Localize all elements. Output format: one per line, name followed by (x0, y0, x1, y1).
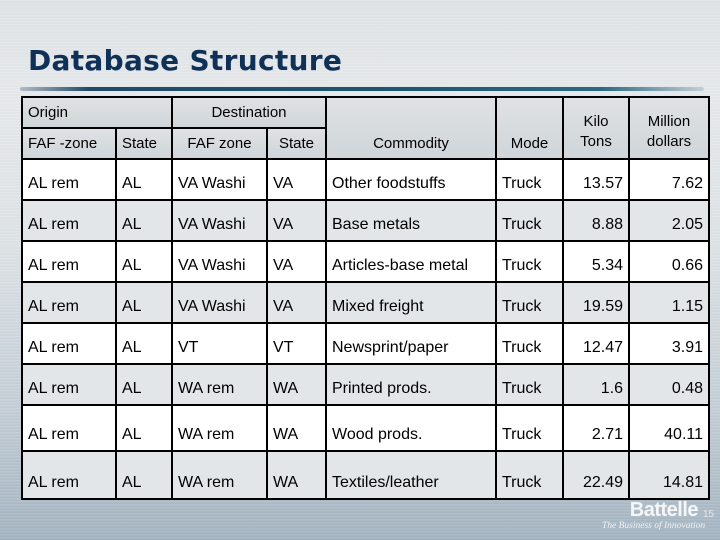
origin-faf-zone-cell: AL rem (21, 322, 117, 365)
table-row: AL rem AL WA rem WA Textiles/leather Tru… (21, 450, 710, 500)
dest-faf-zone-cell: WA rem (171, 404, 268, 452)
origin-state-cell: AL (115, 281, 173, 324)
dest-faf-zone-header: FAF zone (171, 127, 268, 160)
origin-state-cell: AL (115, 404, 173, 452)
commodity-cell: Articles-base metal (325, 240, 497, 283)
mode-cell: Truck (495, 404, 564, 452)
mode-cell: Truck (495, 158, 564, 201)
origin-faf-zone-cell: AL rem (21, 199, 117, 242)
mode-header: Mode (495, 96, 564, 160)
table-row: AL rem AL VA Washi VA Base metals Truck … (21, 199, 710, 242)
table-row: AL rem AL VT VT Newsprint/paper Truck 12… (21, 322, 710, 365)
title-underline (20, 87, 704, 91)
dest-faf-zone-cell: WA rem (171, 450, 268, 500)
kilo-tons-header: Kilo Tons (562, 96, 630, 160)
table-body: AL rem AL VA Washi VA Other foodstuffs T… (21, 158, 710, 500)
dest-state-cell: VA (266, 199, 327, 242)
kilo-tons-cell: 1.6 (562, 363, 630, 406)
mode-cell: Truck (495, 322, 564, 365)
million-dollars-cell: 1.15 (628, 281, 710, 324)
origin-group-header: Origin (21, 96, 173, 129)
million-dollars-cell: 0.66 (628, 240, 710, 283)
dest-state-cell: VT (266, 322, 327, 365)
table-row: AL rem AL VA Washi VA Articles-base meta… (21, 240, 710, 283)
origin-state-header: State (115, 127, 173, 160)
table-row: AL rem AL VA Washi VA Mixed freight Truc… (21, 281, 710, 324)
commodity-cell: Textiles/leather (325, 450, 497, 500)
dest-faf-zone-cell: VT (171, 322, 268, 365)
dest-state-cell: WA (266, 404, 327, 452)
commodity-cell: Other foodstuffs (325, 158, 497, 201)
logo-wordmark: Battelle (629, 499, 699, 521)
origin-state-cell: AL (115, 450, 173, 500)
dest-faf-zone-cell: VA Washi (171, 199, 268, 242)
origin-state-cell: AL (115, 363, 173, 406)
dest-state-cell: VA (266, 281, 327, 324)
dest-state-cell: VA (266, 240, 327, 283)
kilo-tons-cell: 19.59 (562, 281, 630, 324)
million-dollars-cell: 3.91 (628, 322, 710, 365)
origin-faf-zone-cell: AL rem (21, 281, 117, 324)
mode-cell: Truck (495, 199, 564, 242)
origin-faf-zone-cell: AL rem (21, 158, 117, 201)
commodity-cell: Mixed freight (325, 281, 497, 324)
million-dollars-cell: 2.05 (628, 199, 710, 242)
mode-cell: Truck (495, 450, 564, 500)
mode-cell: Truck (495, 363, 564, 406)
dest-state-header: State (266, 127, 327, 160)
kilo-tons-cell: 2.71 (562, 404, 630, 452)
origin-state-cell: AL (115, 240, 173, 283)
dest-faf-zone-cell: WA rem (171, 363, 268, 406)
million-dollars-cell: 0.48 (628, 363, 710, 406)
origin-faf-zone-header: FAF -zone (21, 127, 117, 160)
commodity-cell: Base metals (325, 199, 497, 242)
million-dollars-cell: 40.11 (628, 404, 710, 452)
slide-title: Database Structure (28, 44, 343, 77)
freight-data-table: Origin Destination Commodity Mode Kilo T… (21, 96, 710, 500)
table-row: AL rem AL WA rem WA Wood prods. Truck 2.… (21, 404, 710, 452)
dest-faf-zone-cell: VA Washi (171, 158, 268, 201)
origin-faf-zone-cell: AL rem (21, 240, 117, 283)
kilo-tons-cell: 13.57 (562, 158, 630, 201)
origin-state-cell: AL (115, 158, 173, 201)
mode-cell: Truck (495, 240, 564, 283)
dest-faf-zone-cell: VA Washi (171, 240, 268, 283)
dest-state-cell: WA (266, 363, 327, 406)
kilo-tons-cell: 8.88 (562, 199, 630, 242)
table-header: Origin Destination Commodity Mode Kilo T… (21, 96, 710, 160)
million-dollars-cell: 14.81 (628, 450, 710, 500)
kilo-tons-cell: 12.47 (562, 322, 630, 365)
origin-state-cell: AL (115, 199, 173, 242)
kilo-tons-cell: 22.49 (562, 450, 630, 500)
dest-state-cell: VA (266, 158, 327, 201)
table-row: AL rem AL VA Washi VA Other foodstuffs T… (21, 158, 710, 201)
mode-cell: Truck (495, 281, 564, 324)
commodity-header: Commodity (325, 96, 497, 160)
kilo-tons-header-label: Kilo Tons (580, 113, 612, 150)
commodity-cell: Wood prods. (325, 404, 497, 452)
table-row: AL rem AL WA rem WA Printed prods. Truck… (21, 363, 710, 406)
battelle-logo: Battelle The Business of Innovation (602, 499, 706, 531)
logo-tagline: The Business of Innovation (602, 521, 706, 531)
dest-faf-zone-cell: VA Washi (171, 281, 268, 324)
commodity-cell: Printed prods. (325, 363, 497, 406)
origin-faf-zone-cell: AL rem (21, 404, 117, 452)
page-number: 15 (703, 509, 715, 520)
origin-faf-zone-cell: AL rem (21, 450, 117, 500)
origin-state-cell: AL (115, 322, 173, 365)
dest-state-cell: WA (266, 450, 327, 500)
kilo-tons-cell: 5.34 (562, 240, 630, 283)
million-dollars-header-label: Million dollars (646, 113, 692, 150)
origin-faf-zone-cell: AL rem (21, 363, 117, 406)
million-dollars-header: Million dollars (628, 96, 710, 160)
commodity-cell: Newsprint/paper (325, 322, 497, 365)
million-dollars-cell: 7.62 (628, 158, 710, 201)
destination-group-header: Destination (171, 96, 327, 129)
